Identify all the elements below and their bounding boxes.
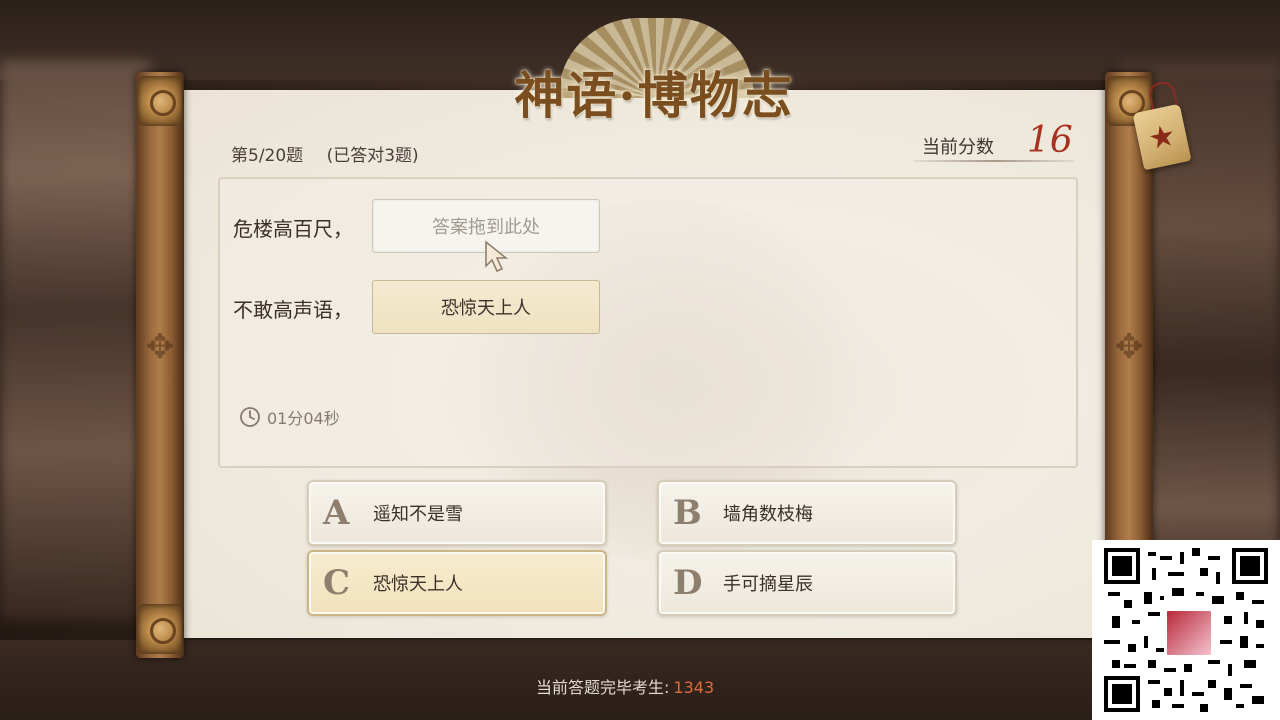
score-label: 当前分数	[922, 137, 994, 158]
qr-avatar-icon	[1164, 608, 1214, 658]
option-text: 恐惊天上人	[373, 574, 463, 595]
option-c-button[interactable]: C 恐惊天上人	[307, 550, 607, 616]
progress-count: 第5/20题	[231, 146, 304, 166]
option-letter: C	[323, 563, 351, 603]
rod-cap-icon	[138, 604, 182, 654]
answered-count: (已答对3题)	[326, 146, 419, 166]
qr-code	[1092, 540, 1280, 720]
option-b-button[interactable]: B 墙角数枝梅	[657, 480, 957, 546]
score-value: 16	[1027, 120, 1073, 161]
rod-ornament-icon: ✥	[145, 327, 175, 367]
background-left	[0, 60, 150, 620]
option-text: 墙角数枝梅	[723, 504, 813, 525]
footer-count: 1343	[673, 678, 715, 697]
question-progress: 第5/20题 (已答对3题)	[231, 141, 419, 166]
option-text: 手可摘星辰	[723, 574, 813, 595]
option-d-button[interactable]: D 手可摘星辰	[657, 550, 957, 616]
option-letter: D	[673, 563, 703, 603]
score-divider	[914, 160, 1074, 162]
countdown-timer: 01分04秒	[239, 405, 340, 429]
option-letter: B	[673, 493, 702, 533]
pointer-cursor	[485, 240, 509, 272]
filled-answer-slot[interactable]: 恐惊天上人	[372, 280, 600, 334]
page-title: 神语·博物志	[514, 66, 794, 125]
rod-ornament-icon: ✥	[1114, 327, 1144, 367]
scroll-rod-left: ✥	[136, 72, 184, 658]
option-text: 遥知不是雪	[373, 504, 463, 525]
option-a-button[interactable]: A 遥知不是雪	[307, 480, 607, 546]
timer-text: 01分04秒	[267, 409, 340, 428]
rod-cap-icon	[138, 76, 182, 126]
finished-examinees: 当前答题完毕考生: 1343	[536, 674, 714, 698]
poem-line-2: 不敢高声语，	[233, 298, 353, 322]
clock-icon	[240, 407, 260, 427]
footer-label: 当前答题完毕考生:	[536, 678, 670, 697]
poem-line-1: 危楼高百尺，	[233, 217, 353, 241]
option-letter: A	[323, 493, 350, 533]
